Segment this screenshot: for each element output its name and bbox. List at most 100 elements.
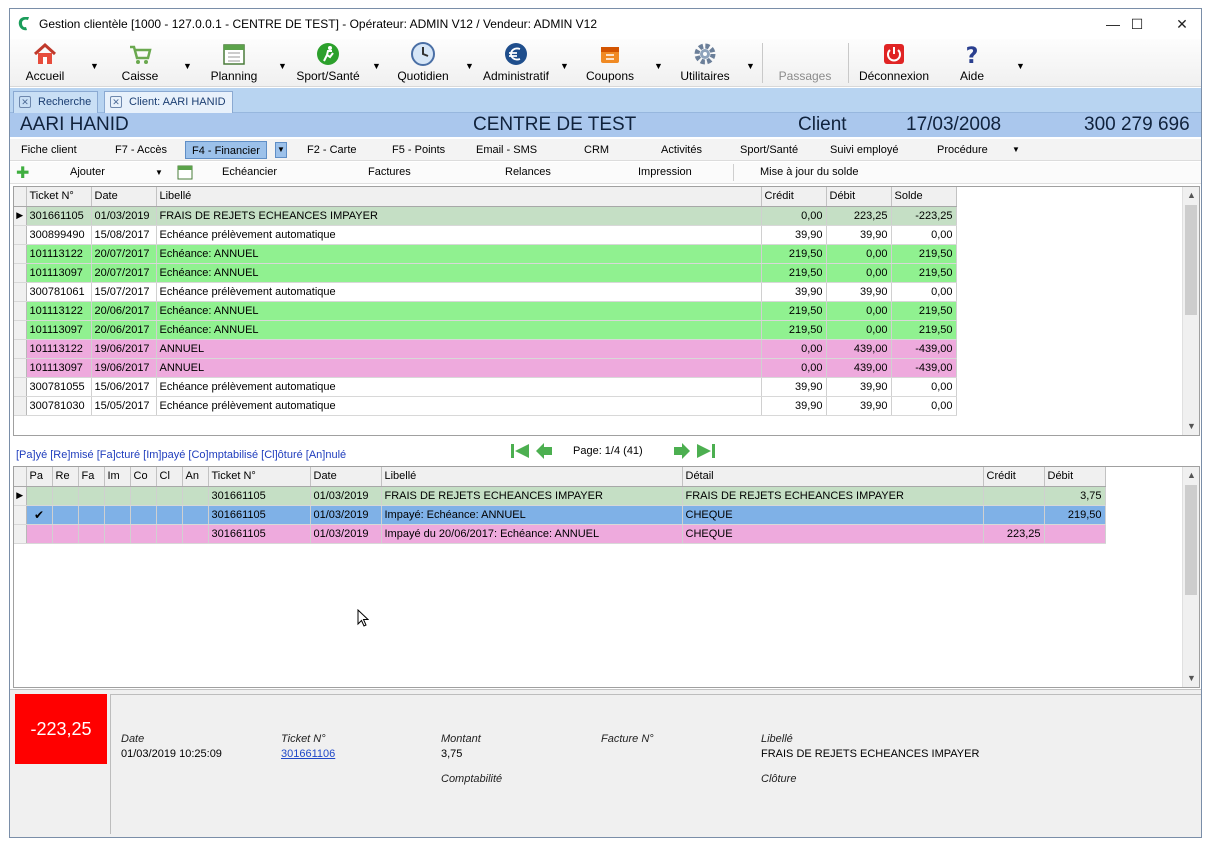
table-row[interactable]: ▶ 301661105 01/03/2019 FRAIS DE REJETS ECHE…	[14, 486, 1106, 506]
ajouter-button[interactable]: Ajouter	[70, 166, 105, 178]
tab-activites[interactable]: Activités	[661, 141, 702, 159]
next-page-icon[interactable]	[672, 442, 692, 460]
scrollbar-thumb[interactable]	[1185, 205, 1197, 315]
table-row[interactable]: 101113097 19/06/2017 ANNUEL 0,00 439,00 -439,…	[14, 358, 957, 378]
row-selector[interactable]	[14, 505, 27, 525]
administratif-dropdown-icon[interactable]: ▼	[560, 61, 569, 71]
column-header[interactable]: Ticket N°	[26, 187, 92, 207]
last-page-icon[interactable]	[696, 442, 716, 460]
table-row[interactable]: 101113122 20/07/2017 Echéance: ANNUEL 219,5…	[14, 244, 957, 264]
column-header[interactable]: Co	[130, 467, 157, 487]
table-row[interactable]: 300781030 15/05/2017 Echéance prélèvement …	[14, 396, 957, 416]
maximize-button[interactable]: ☐	[1114, 9, 1160, 39]
flag-cell[interactable]	[52, 486, 79, 506]
flag-cell[interactable]	[182, 486, 209, 506]
row-selector[interactable]	[14, 263, 27, 283]
accueil-dropdown-icon[interactable]: ▼	[90, 61, 99, 71]
tab-fiche-client[interactable]: Fiche client	[21, 141, 77, 159]
previous-page-icon[interactable]	[534, 442, 554, 460]
tab-crm[interactable]: CRM	[584, 141, 609, 159]
row-selector[interactable]: ▶	[14, 206, 27, 226]
flag-cell[interactable]	[104, 524, 131, 544]
flag-cell[interactable]	[78, 505, 105, 525]
flag-cell[interactable]	[182, 524, 209, 544]
row-selector[interactable]	[14, 396, 27, 416]
ticket-link[interactable]: 301661106	[281, 748, 335, 760]
row-selector[interactable]	[14, 244, 27, 264]
close-button[interactable]: ✕	[1159, 9, 1201, 39]
paye-flag-cell[interactable]	[26, 524, 53, 544]
paye-flag-cell[interactable]: ✔	[26, 505, 53, 525]
column-header[interactable]: Pa	[26, 467, 53, 487]
tab-acces[interactable]: F7 - Accès	[115, 141, 167, 159]
mise-a-jour-solde-button[interactable]: Mise à jour du solde	[760, 166, 858, 178]
transactions-scrollbar[interactable]: ▲ ▼	[1182, 187, 1199, 435]
flag-cell[interactable]	[156, 524, 183, 544]
row-selector[interactable]: ▶	[14, 486, 27, 506]
column-header[interactable]: Solde	[891, 187, 957, 207]
table-row[interactable]: ▶ 301661105 01/03/2019 FRAIS DE REJETS ECHE…	[14, 206, 957, 226]
scroll-up-icon[interactable]: ▲	[1183, 467, 1199, 484]
toolbar-passages-button[interactable]: Passages	[775, 41, 835, 85]
flag-cell[interactable]	[156, 486, 183, 506]
toolbar-deconnexion-button[interactable]: Déconnexion	[856, 41, 932, 85]
column-header[interactable]: Date	[310, 467, 382, 487]
flag-cell[interactable]	[182, 505, 209, 525]
toolbar-utilitaires-button[interactable]: Utilitaires	[673, 41, 737, 85]
factures-button[interactable]: Factures	[368, 166, 411, 178]
flag-cell[interactable]	[52, 505, 79, 525]
column-header[interactable]: Libellé	[381, 467, 683, 487]
table-row[interactable]: 101113122 19/06/2017 ANNUEL 0,00 439,00 -439,…	[14, 339, 957, 359]
tab-recherche[interactable]: ✕ Recherche	[13, 91, 99, 113]
column-header[interactable]: An	[182, 467, 209, 487]
table-row[interactable]: 300781055 15/06/2017 Echéance prélèvement …	[14, 377, 957, 397]
scrollbar-thumb[interactable]	[1185, 485, 1197, 595]
column-header[interactable]: Crédit	[761, 187, 827, 207]
row-selector[interactable]	[14, 339, 27, 359]
row-selector[interactable]	[14, 225, 27, 245]
tab-carte[interactable]: F2 - Carte	[307, 141, 357, 159]
close-tab-icon[interactable]: ✕	[19, 96, 31, 108]
scroll-down-icon[interactable]: ▼	[1183, 418, 1199, 435]
relances-button[interactable]: Relances	[505, 166, 551, 178]
tab-points[interactable]: F5 - Points	[392, 141, 445, 159]
utilitaires-dropdown-icon[interactable]: ▼	[746, 61, 755, 71]
tab-email-sms[interactable]: Email - SMS	[476, 141, 537, 159]
table-row[interactable]: 301661105 01/03/2019 Impayé du 20/06/2017:…	[14, 524, 1106, 544]
toolbar-sport-button[interactable]: Sport/Santé	[293, 41, 363, 85]
column-header[interactable]: Libellé	[156, 187, 762, 207]
table-row[interactable]: 101113122 20/06/2017 Echéance: ANNUEL 219,5…	[14, 301, 957, 321]
flag-cell[interactable]	[104, 505, 131, 525]
tab-suivi-employe[interactable]: Suivi employé	[830, 141, 898, 159]
table-row[interactable]: 101113097 20/07/2017 Echéance: ANNUEL 219,5…	[14, 263, 957, 283]
row-selector[interactable]	[14, 358, 27, 378]
details-scrollbar[interactable]: ▲ ▼	[1182, 467, 1199, 687]
row-selector[interactable]	[14, 282, 27, 302]
ajouter-dropdown-icon[interactable]: ▼	[155, 168, 163, 177]
plus-icon[interactable]: ✚	[16, 163, 29, 183]
table-row[interactable]: ✔ 301661105 01/03/2019 Impayé: Echéance: AN…	[14, 505, 1106, 525]
column-header[interactable]: Fa	[78, 467, 105, 487]
tab-financier[interactable]: F4 - Financier	[185, 141, 267, 159]
toolbar-planning-button[interactable]: Planning	[206, 41, 262, 85]
flag-cell[interactable]	[104, 486, 131, 506]
column-header[interactable]: Im	[104, 467, 131, 487]
tab-client[interactable]: ✕ Client: AARI HANID	[104, 91, 233, 113]
column-header[interactable]: Re	[52, 467, 79, 487]
scroll-up-icon[interactable]: ▲	[1183, 187, 1199, 204]
planning-dropdown-icon[interactable]: ▼	[278, 61, 287, 71]
aide-dropdown-icon[interactable]: ▼	[1016, 61, 1025, 71]
paye-flag-cell[interactable]	[26, 486, 53, 506]
tab-procedure[interactable]: Procédure	[937, 141, 988, 159]
impression-button[interactable]: Impression	[638, 166, 692, 178]
table-row[interactable]: 300781061 15/07/2017 Echéance prélèvement …	[14, 282, 957, 302]
toolbar-administratif-button[interactable]: Administratif	[478, 41, 554, 85]
row-selector[interactable]	[14, 377, 27, 397]
caisse-dropdown-icon[interactable]: ▼	[183, 61, 192, 71]
flag-cell[interactable]	[130, 524, 157, 544]
column-header[interactable]: Cl	[156, 467, 183, 487]
flag-cell[interactable]	[78, 524, 105, 544]
first-page-icon[interactable]	[510, 442, 530, 460]
tab-sport-sante[interactable]: Sport/Santé	[740, 141, 798, 159]
procedure-dropdown-icon[interactable]: ▼	[1012, 141, 1020, 159]
